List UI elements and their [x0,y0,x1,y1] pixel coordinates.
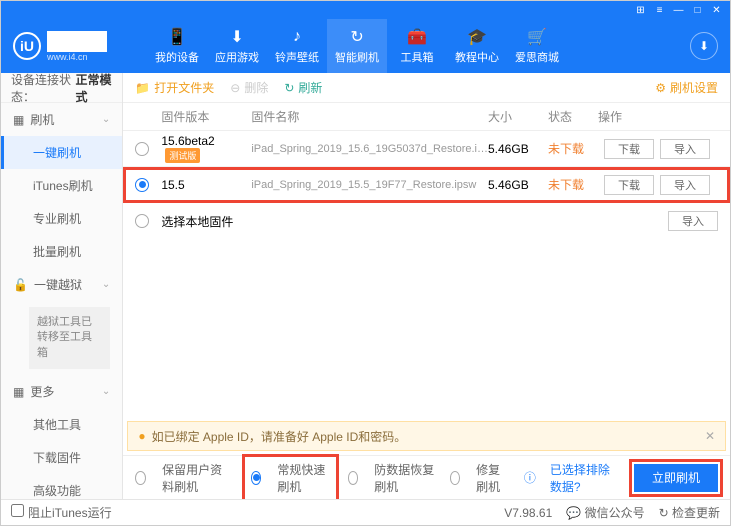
close-icon[interactable]: ✕ [711,5,722,16]
music-icon: ♪ [288,28,306,46]
firmware-row[interactable]: 15.5 iPad_Spring_2019_15.5_19F77_Restore… [123,167,730,203]
close-icon[interactable]: ✕ [705,429,715,443]
mode-repair[interactable]: 修复刷机 [450,461,510,495]
nav-flash[interactable]: ↻智能刷机 [327,19,387,73]
list-icon[interactable]: ≡ [654,5,665,16]
sidebar: 设备连接状态：正常模式 ▦刷机⌄ 一键刷机 iTunes刷机 专业刷机 批量刷机… [1,73,123,499]
update-icon: ↻ [659,506,669,520]
education-icon: 🎓 [468,28,486,46]
mode-anti-recovery[interactable]: 防数据恢复刷机 [348,461,436,495]
nav-tutorials[interactable]: 🎓教程中心 [447,19,507,73]
gear-icon: ⚙ [655,81,666,95]
flash-settings-button[interactable]: ⚙刷机设置 [655,79,718,96]
block-itunes-checkbox[interactable]: 阻止iTunes运行 [11,504,112,521]
brand-name: 爱思助手 [47,31,107,52]
sidebar-item-download[interactable]: 下载固件 [1,441,122,474]
chevron-down-icon: ⌄ [102,279,110,290]
col-name: 固件名称 [251,108,488,125]
sidebar-item-itunes[interactable]: iTunes刷机 [1,169,122,202]
download-button[interactable]: 下载 [604,175,654,195]
download-icon: ⬇ [699,39,709,53]
radio-button[interactable] [135,142,149,156]
menu-icon[interactable]: ⊞ [635,5,646,16]
radio-button[interactable] [135,214,149,228]
import-button[interactable]: 导入 [660,175,710,195]
grid-icon: ▦ [13,385,24,399]
refresh-icon: ↻ [284,81,294,95]
main-content: 📁打开文件夹 ⊖删除 ↻刷新 ⚙刷机设置 固件版本 固件名称 大小 状态 操作 … [123,73,730,499]
sidebar-item-oneclick[interactable]: 一键刷机 [1,136,122,169]
device-icon: 📱 [168,28,186,46]
titlebar: ⊞ ≡ — □ ✕ [1,1,730,19]
col-size: 大小 [488,108,548,125]
radio-button[interactable] [135,178,149,192]
action-row: 保留用户资料刷机 常规快速刷机 防数据恢复刷机 修复刷机 ⓘ 已选择排除数据? … [123,455,730,499]
nav-apps[interactable]: ⬇应用游戏 [207,19,267,73]
open-folder-button[interactable]: 📁打开文件夹 [135,79,214,96]
nav-ringtones[interactable]: ♪铃声壁纸 [267,19,327,73]
header: iU 爱思助手 www.i4.cn 📱我的设备 ⬇应用游戏 ♪铃声壁纸 ↻智能刷… [1,19,730,73]
nav: 📱我的设备 ⬇应用游戏 ♪铃声壁纸 ↻智能刷机 🧰工具箱 🎓教程中心 🛒爱思商城 [147,19,567,73]
maximize-icon[interactable]: □ [692,5,703,16]
firmware-row[interactable]: 15.6beta2测试版 iPad_Spring_2019_15.6_19G50… [123,131,730,167]
toolbar: 📁打开文件夹 ⊖删除 ↻刷新 ⚙刷机设置 [123,73,730,103]
nav-toolbox[interactable]: 🧰工具箱 [387,19,447,73]
chevron-down-icon: ⌄ [102,386,110,397]
exclude-data-link[interactable]: 已选择排除数据? [550,461,620,495]
flash-now-button[interactable]: 立即刷机 [634,464,718,492]
logo-icon: iU [13,32,41,60]
delete-icon: ⊖ [230,81,240,95]
minimize-icon[interactable]: — [673,5,684,16]
delete-button: ⊖删除 [230,79,268,96]
nav-my-device[interactable]: 📱我的设备 [147,19,207,73]
sidebar-item-pro[interactable]: 专业刷机 [1,202,122,235]
sidebar-item-advanced[interactable]: 高级功能 [1,474,122,499]
local-firmware-row[interactable]: 选择本地固件 导入 [123,203,730,239]
warning-icon: ● [138,429,145,443]
logo: iU 爱思助手 www.i4.cn [13,31,107,62]
download-manager-button[interactable]: ⬇ [690,32,718,60]
apps-icon: ⬇ [228,28,246,46]
col-version: 固件版本 [161,108,251,125]
wechat-icon: 💬 [566,506,581,520]
brand-url: www.i4.cn [47,52,107,62]
firmware-name: iPad_Spring_2019_15.5_19F77_Restore.ipsw [251,179,488,191]
download-button[interactable]: 下载 [604,139,654,159]
unlock-icon: 🔓 [13,278,28,292]
info-icon[interactable]: ⓘ [524,469,536,486]
import-button[interactable]: 导入 [660,139,710,159]
table-header: 固件版本 固件名称 大小 状态 操作 [123,103,730,131]
version-label: V7.98.61 [504,506,552,520]
refresh-button[interactable]: ↻刷新 [284,79,322,96]
import-button[interactable]: 导入 [668,211,718,231]
beta-tag: 测试版 [165,148,200,163]
status-text: 未下载 [548,140,598,157]
col-ops: 操作 [598,108,718,125]
refresh-icon: ↻ [348,28,366,46]
sidebar-item-other[interactable]: 其他工具 [1,408,122,441]
mode-keep-data[interactable]: 保留用户资料刷机 [135,461,232,495]
footer: 阻止iTunes运行 V7.98.61 💬 微信公众号 ↻ 检查更新 [1,499,730,525]
grid-icon: ▦ [13,113,24,127]
jailbreak-note: 越狱工具已转移至工具箱 [29,307,110,369]
sidebar-group-more[interactable]: ▦更多⌄ [1,375,122,408]
appleid-warning: ● 如已绑定 Apple ID，请准备好 Apple ID和密码。 ✕ [127,421,726,451]
chevron-down-icon: ⌄ [102,114,110,125]
nav-store[interactable]: 🛒爱思商城 [507,19,567,73]
firmware-name: iPad_Spring_2019_15.6_19G5037d_Restore.i… [251,143,488,155]
sidebar-group-jailbreak[interactable]: 🔓一键越狱⌄ [1,268,122,301]
connection-status: 设备连接状态：正常模式 [1,73,122,103]
toolbox-icon: 🧰 [408,28,426,46]
wechat-link[interactable]: 💬 微信公众号 [566,504,644,521]
sidebar-item-batch[interactable]: 批量刷机 [1,235,122,268]
mode-normal[interactable]: 常规快速刷机 [251,461,330,495]
folder-icon: 📁 [135,81,150,95]
sidebar-group-flash[interactable]: ▦刷机⌄ [1,103,122,136]
col-status: 状态 [548,108,598,125]
cart-icon: 🛒 [528,28,546,46]
check-update-link[interactable]: ↻ 检查更新 [659,504,720,521]
status-text: 未下载 [548,176,598,193]
